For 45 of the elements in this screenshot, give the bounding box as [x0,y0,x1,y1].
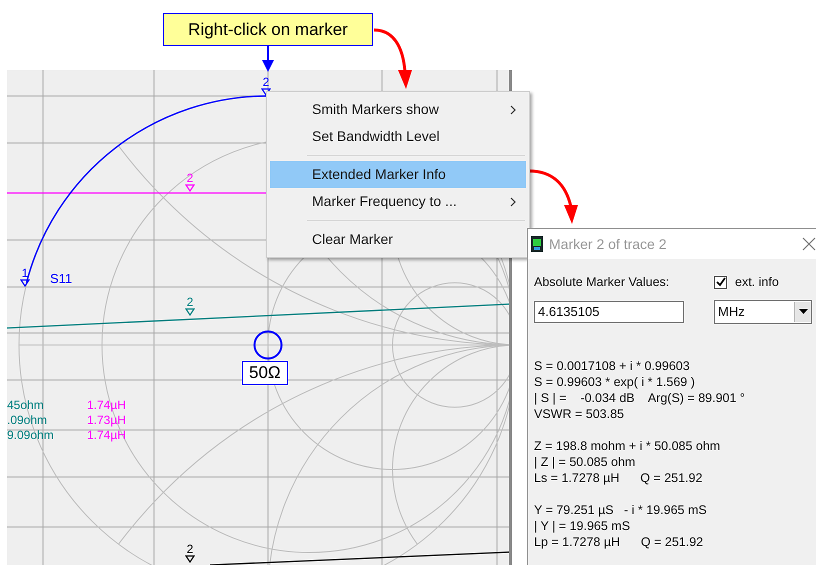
marker-number: 1 [22,267,28,279]
values-label: Absolute Marker Values: [534,274,670,291]
marker-number: 2 [262,76,270,88]
ext-info-checkbox[interactable] [714,276,727,289]
frequency-field[interactable]: 4.6135105 [534,300,684,323]
resistance-readout: 9.09ohm [7,428,55,443]
marker-value-line: | S | = -0.034 dB Arg(S) = 89.901 ° [534,390,746,406]
resistance-readout: 45ohm [7,398,45,413]
trace-label: S11 [50,270,72,288]
marker-value-line: | Y | = 19.965 mS [534,518,632,534]
marker-value-line: | Z | = 50.085 ohm [534,454,636,470]
marker-value-line: Y = 79.251 µS - i * 19.965 mS [534,502,708,518]
impedance-label: 50Ω [242,361,288,385]
inductance-readout: 1.73µH [87,413,126,428]
menu-item[interactable]: Clear Marker [270,226,526,253]
resistance-readout: .09ohm [7,413,48,428]
marker-value-line: VSWR = 503.85 [534,406,625,422]
center-circle-icon [253,330,283,360]
inductance-readout: 1.74µH [87,398,126,413]
marker-number: 2 [186,543,194,555]
marker-triangle-icon[interactable] [185,184,195,192]
dropdown-arrow-icon [798,309,808,314]
marker-number: 2 [186,172,194,184]
menu-item[interactable]: Set Bandwidth Level [270,123,526,150]
marker-value-line: S = 0.99603 * exp( i * 1.569 ) [534,374,696,390]
menu-item[interactable]: Marker Frequency to ... [270,188,526,215]
marker-triangle-icon[interactable] [261,88,271,96]
marker-value-line: Lp = 1.7278 µH Q = 251.92 [534,534,704,550]
marker-value-line: S = 0.0017108 + i * 0.99603 [534,358,691,374]
app-icon [531,236,543,252]
ext-info-label: ext. info [735,274,779,291]
unit-dropdown[interactable]: MHz [714,300,812,324]
inductance-readout: 1.74µH [87,428,126,443]
marker-triangle-icon[interactable] [185,308,195,316]
dialog-title: Marker 2 of trace 2 [549,234,668,254]
menu-item[interactable]: Smith Markers show [270,96,526,123]
marker-value-line: Ls = 1.7278 µH Q = 251.92 [534,470,704,486]
callout-text: Right-click on marker [188,18,348,41]
marker-number: 2 [186,296,194,308]
marker-triangle-icon[interactable] [20,279,30,287]
marker-value-line: Z = 198.8 mohm + i * 50.085 ohm [534,438,722,454]
close-icon[interactable] [802,237,816,251]
menu-item[interactable]: Extended Marker Info [270,161,526,188]
marker-triangle-icon[interactable] [185,555,195,563]
curved-arrow [373,26,415,90]
